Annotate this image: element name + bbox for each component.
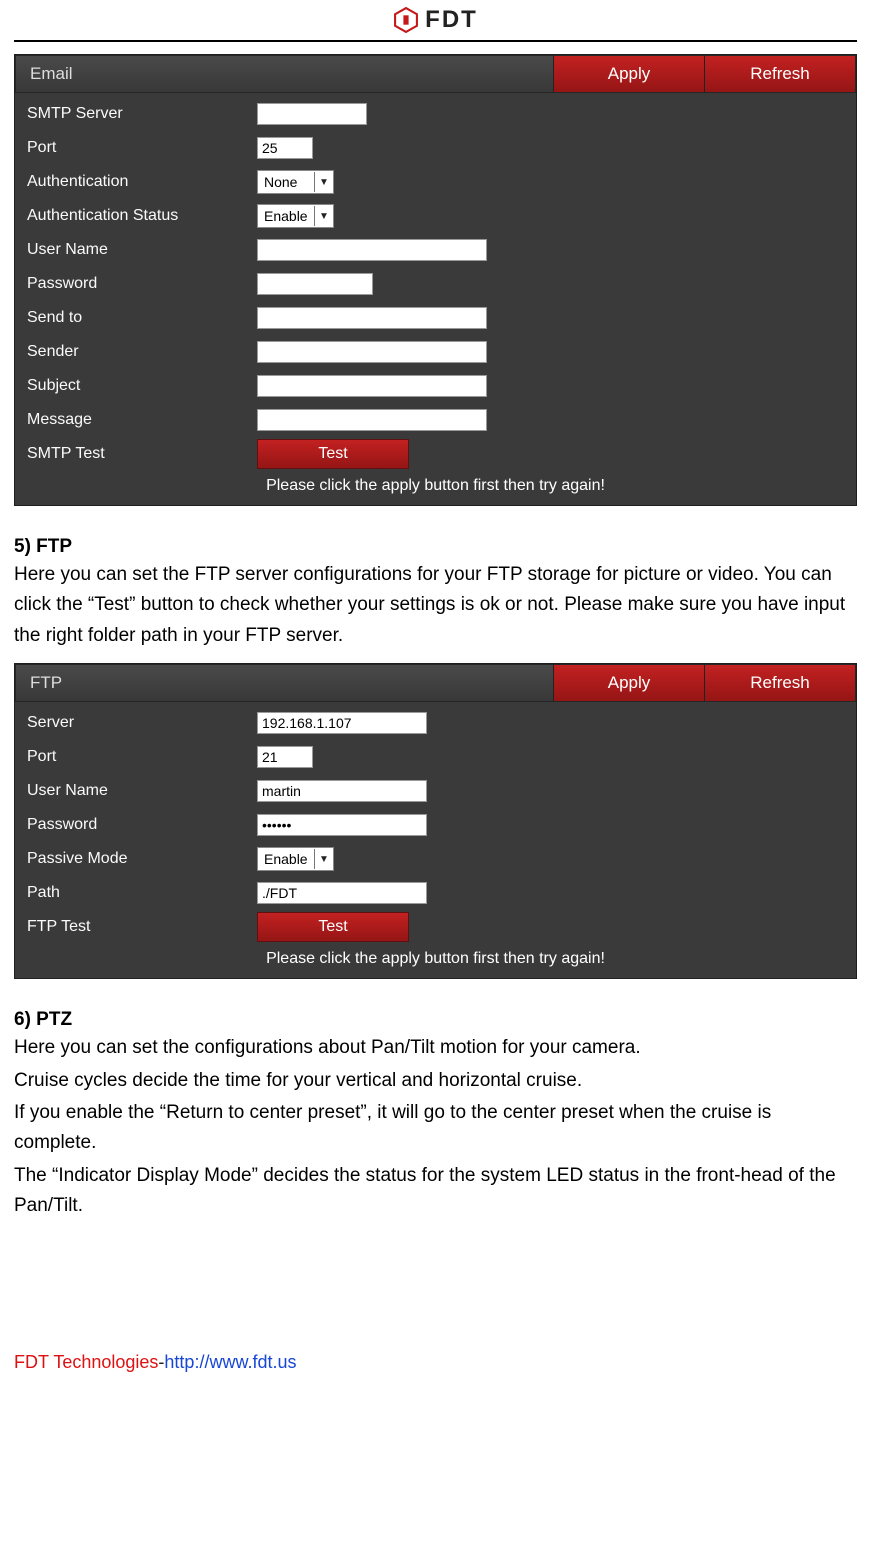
passive-mode-label: Passive Mode (27, 850, 257, 868)
auth-status-select[interactable]: Enable ▼ (257, 204, 334, 228)
email-panel-title: Email (16, 56, 553, 92)
chevron-down-icon: ▼ (314, 849, 333, 869)
auth-select-value: None (264, 174, 312, 190)
ftp-port-label: Port (27, 748, 257, 766)
ftp-test-label: FTP Test (27, 918, 257, 936)
ftp-port-input[interactable] (257, 746, 313, 768)
page-header: FDT (14, 0, 857, 42)
smtp-test-button[interactable]: Test (257, 439, 409, 469)
auth-label: Authentication (27, 173, 257, 191)
smtp-server-label: SMTP Server (27, 105, 257, 123)
auth-status-label: Authentication Status (27, 207, 257, 225)
ftp-apply-button[interactable]: Apply (553, 665, 704, 701)
footer-url: www.fdt.us (209, 1352, 296, 1372)
smtp-server-input[interactable] (257, 103, 367, 125)
fdt-logo-icon (393, 7, 419, 33)
ftp-password-label: Password (27, 816, 257, 834)
footer-proto: http:// (164, 1352, 209, 1372)
chevron-down-icon: ▼ (314, 172, 333, 192)
send-to-input[interactable] (257, 307, 487, 329)
ptz-paragraph-2: Cruise cycles decide the time for your v… (14, 1066, 857, 1096)
ftp-user-label: User Name (27, 782, 257, 800)
ftp-server-input[interactable] (257, 712, 427, 734)
ftp-refresh-button[interactable]: Refresh (704, 665, 855, 701)
page-footer: FDT Technologies-http://www.fdt.us (14, 1352, 857, 1393)
email-user-input[interactable] (257, 239, 487, 261)
email-panel-header: Email Apply Refresh (15, 55, 856, 93)
auth-status-select-value: Enable (264, 208, 312, 224)
send-to-label: Send to (27, 309, 257, 327)
ptz-section-title: 6) PTZ (14, 1009, 857, 1031)
ftp-path-input[interactable] (257, 882, 427, 904)
ftp-section-paragraph: Here you can set the FTP server configur… (14, 560, 857, 651)
email-note: Please click the apply button first then… (15, 471, 856, 499)
ftp-section-title: 5) FTP (14, 536, 857, 558)
email-refresh-button[interactable]: Refresh (704, 56, 855, 92)
ftp-path-label: Path (27, 884, 257, 902)
ftp-panel: FTP Apply Refresh Server Port User Name … (14, 663, 857, 979)
email-panel: Email Apply Refresh SMTP Server Port Aut… (14, 54, 857, 506)
message-label: Message (27, 411, 257, 429)
sender-input[interactable] (257, 341, 487, 363)
chevron-down-icon: ▼ (314, 206, 333, 226)
auth-select[interactable]: None ▼ (257, 170, 334, 194)
email-apply-button[interactable]: Apply (553, 56, 704, 92)
brand-text: FDT (425, 6, 478, 34)
sender-label: Sender (27, 343, 257, 361)
ptz-paragraph-1: Here you can set the configurations abou… (14, 1033, 857, 1063)
email-password-input[interactable] (257, 273, 373, 295)
email-port-label: Port (27, 139, 257, 157)
footer-company: FDT Technologies (14, 1352, 158, 1372)
ftp-panel-title: FTP (16, 665, 553, 701)
passive-mode-select-value: Enable (264, 851, 312, 867)
message-input[interactable] (257, 409, 487, 431)
ftp-panel-header: FTP Apply Refresh (15, 664, 856, 702)
email-user-label: User Name (27, 241, 257, 259)
email-password-label: Password (27, 275, 257, 293)
subject-input[interactable] (257, 375, 487, 397)
ftp-test-button[interactable]: Test (257, 912, 409, 942)
smtp-test-label: SMTP Test (27, 445, 257, 463)
ftp-password-input[interactable] (257, 814, 427, 836)
ftp-server-label: Server (27, 714, 257, 732)
ptz-paragraph-3: If you enable the “Return to center pres… (14, 1098, 857, 1159)
ptz-paragraph-4: The “Indicator Display Mode” decides the… (14, 1161, 857, 1222)
brand-logo: FDT (393, 6, 478, 34)
email-port-input[interactable] (257, 137, 313, 159)
ftp-note: Please click the apply button first then… (15, 944, 856, 972)
subject-label: Subject (27, 377, 257, 395)
passive-mode-select[interactable]: Enable ▼ (257, 847, 334, 871)
ftp-user-input[interactable] (257, 780, 427, 802)
